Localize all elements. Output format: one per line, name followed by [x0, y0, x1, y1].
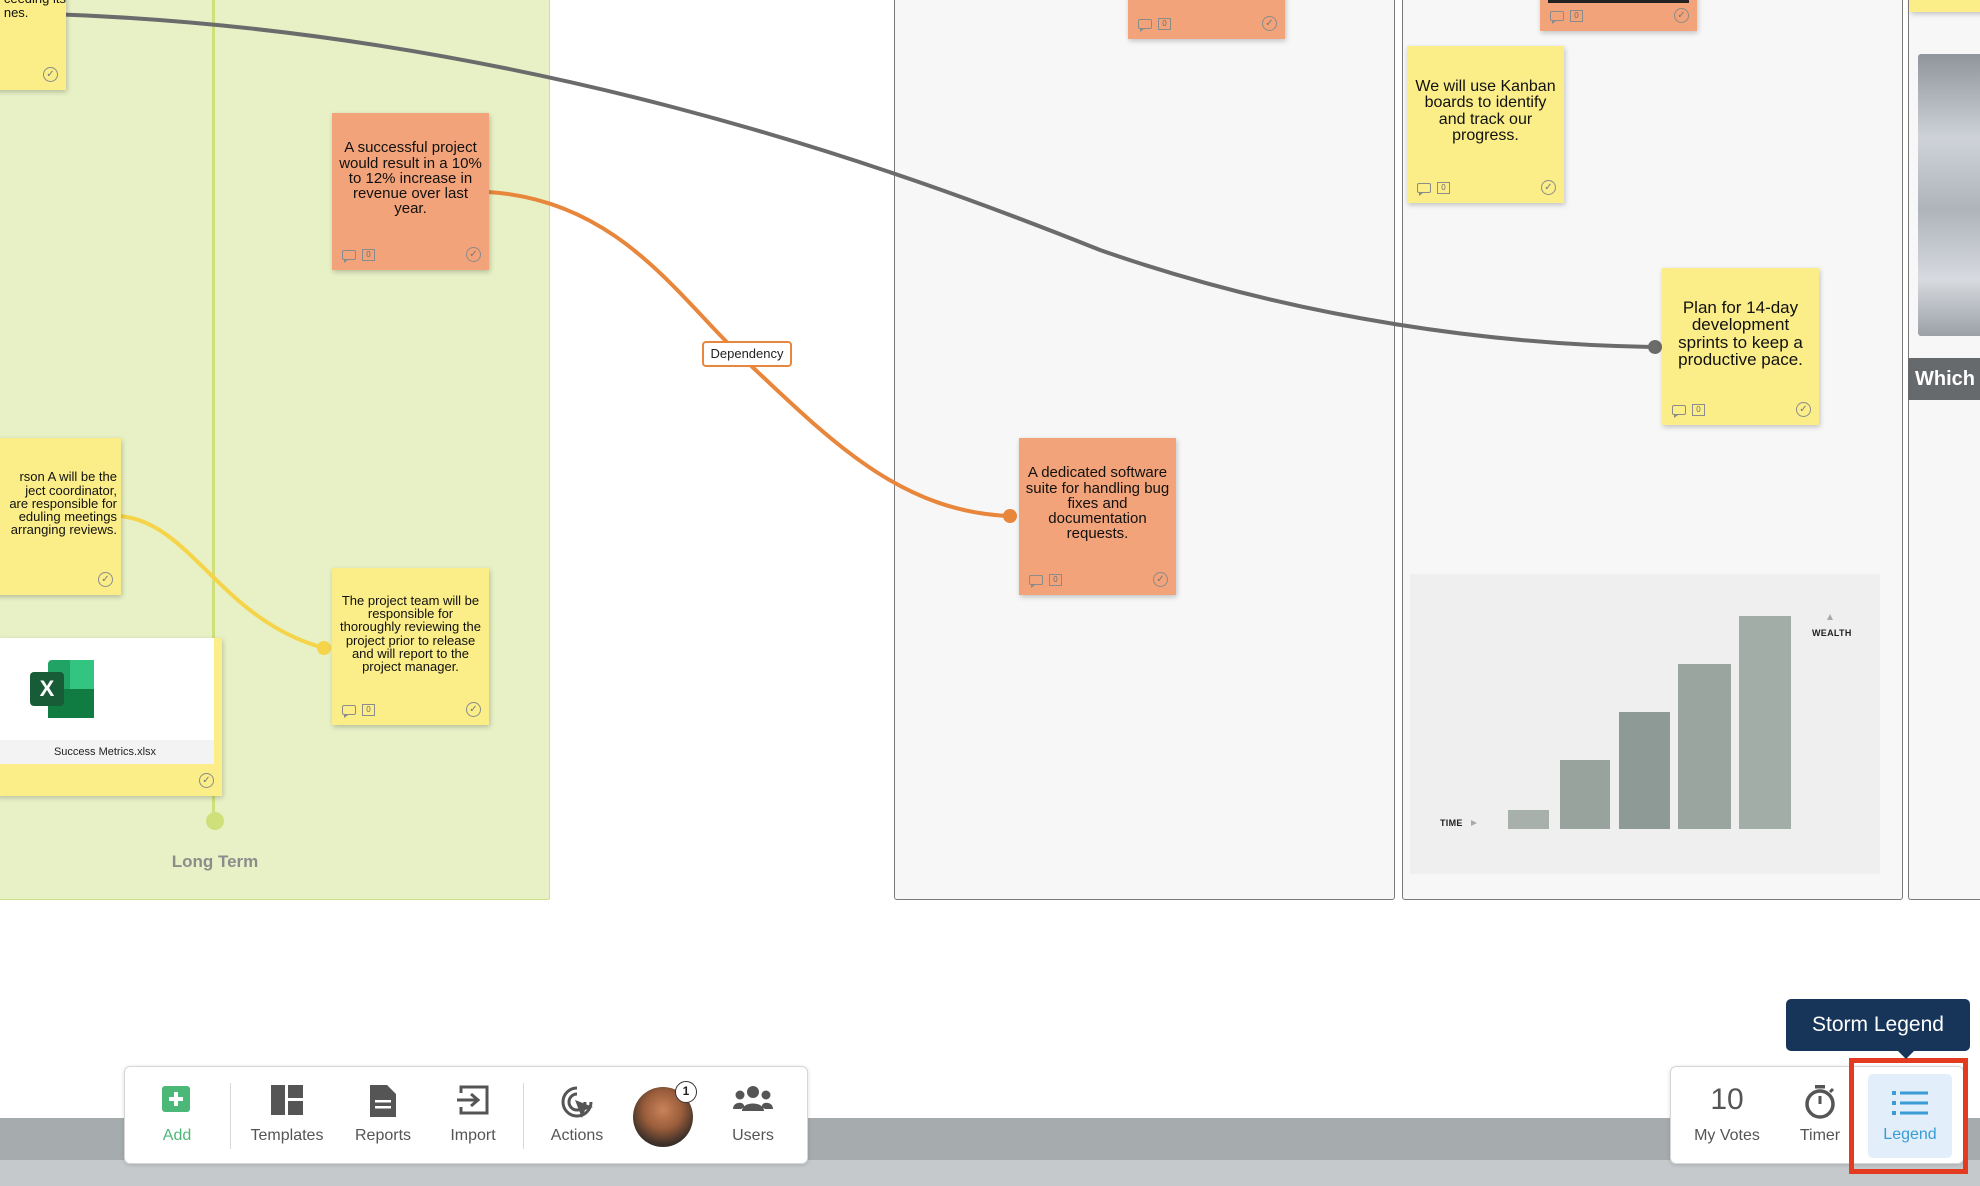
note-footer: 0 ✓: [1417, 180, 1556, 196]
note-footer: 0 ✓: [0, 572, 113, 588]
check-icon[interactable]: ✓: [1541, 180, 1556, 195]
import-label: Import: [450, 1127, 496, 1144]
avatar-count-badge: 1: [675, 1081, 697, 1103]
comment-icon[interactable]: [1672, 405, 1686, 418]
templates-icon: [271, 1085, 303, 1115]
comment-icon[interactable]: [1417, 183, 1431, 196]
check-icon[interactable]: ✓: [199, 773, 214, 788]
chart-image-bar: [1678, 664, 1731, 829]
comment-count-icon: 0: [362, 249, 375, 261]
note-text: We will use Kanban boards to identify an…: [1415, 77, 1556, 144]
note-footer: 0 ✓: [342, 247, 481, 263]
comment-count-icon: 0: [1692, 404, 1705, 416]
note-footer: 0 ✓: [1672, 402, 1811, 418]
actions-button[interactable]: Actions: [529, 1067, 625, 1165]
comment-count-icon: 0: [1049, 574, 1062, 586]
check-icon[interactable]: ✓: [98, 572, 113, 587]
note-text: rson A will be the ject coordinator, are…: [9, 469, 117, 538]
users-icon: [733, 1086, 773, 1111]
arrow-up-icon: [1827, 614, 1833, 620]
chart-wealth-label: WEALTH: [1812, 628, 1852, 638]
chart-image-bar: [1619, 712, 1670, 829]
my-votes-count: 10: [1710, 1083, 1744, 1116]
sticky-note[interactable]: rson A will be the ject coordinator, are…: [0, 438, 121, 595]
file-preview: X Success Metrics.xlsx: [0, 638, 214, 764]
comment-icon[interactable]: [342, 705, 356, 718]
note-text: A successful project would result in a 1…: [339, 139, 482, 218]
sticky-note[interactable]: A dedicated software suite for handling …: [1019, 438, 1176, 595]
note-text: nsistently ceeding its nes.: [3, 0, 66, 20]
add-button[interactable]: Add: [141, 1067, 213, 1165]
check-icon[interactable]: ✓: [1153, 572, 1168, 587]
comment-count-icon: 0: [1437, 182, 1450, 194]
check-icon[interactable]: ✓: [43, 67, 58, 82]
users-label: Users: [732, 1127, 774, 1144]
import-icon: [457, 1085, 489, 1115]
link-endpoint-yellow[interactable]: [317, 641, 331, 655]
link-line-yellow[interactable]: [117, 514, 325, 650]
tooltip-arrow: [1896, 1049, 1916, 1059]
reports-label: Reports: [354, 1127, 412, 1144]
actions-icon: [561, 1086, 593, 1118]
add-label: Add: [162, 1127, 192, 1144]
users-button[interactable]: Users: [713, 1067, 793, 1165]
reports-button[interactable]: Reports: [339, 1067, 427, 1165]
legend-tooltip: Storm Legend: [1786, 999, 1970, 1051]
check-icon[interactable]: ✓: [466, 247, 481, 262]
my-votes-button[interactable]: 10 My Votes: [1677, 1067, 1777, 1165]
note-footer: 0 ✓: [1029, 572, 1168, 588]
my-votes-label: My Votes: [1694, 1127, 1760, 1144]
add-icon: [162, 1086, 190, 1112]
link-endpoint[interactable]: [1648, 340, 1662, 354]
note-footer: ✓: [0, 67, 58, 83]
chart-image-bar: [1560, 760, 1610, 829]
note-text: The project team will be responsible for…: [340, 592, 481, 674]
import-button[interactable]: Import: [429, 1067, 517, 1165]
main-toolbar: Add Templates Reports Import Actions 1 U…: [124, 1066, 808, 1164]
actions-label: Actions: [550, 1127, 604, 1144]
excel-icon: X: [30, 660, 94, 718]
check-icon[interactable]: ✓: [466, 702, 481, 717]
toolbar-divider: [230, 1083, 231, 1149]
templates-button[interactable]: Templates: [237, 1067, 337, 1165]
sticky-note[interactable]: A successful project would result in a 1…: [332, 113, 489, 270]
note-footer: 0 ✓: [342, 702, 481, 718]
sticky-note[interactable]: We will use Kanban boards to identify an…: [1407, 46, 1564, 203]
dependency-badge[interactable]: Dependency: [702, 341, 792, 367]
templates-label: Templates: [250, 1127, 324, 1144]
chart-image-bar: [1508, 810, 1549, 829]
note-text: Plan for 14-day development sprints to k…: [1678, 297, 1803, 369]
arrow-right-icon: [1471, 820, 1477, 826]
sticky-note[interactable]: The project team will be responsible for…: [332, 568, 489, 725]
check-icon[interactable]: ✓: [1796, 402, 1811, 417]
file-attachment-card[interactable]: X Success Metrics.xlsx ✓: [0, 638, 222, 796]
chart-image-bar: [1739, 616, 1791, 829]
legend-highlight-box: [1849, 1058, 1968, 1174]
comment-icon[interactable]: [1029, 575, 1043, 588]
sticky-note[interactable]: nsistently ceeding its nes. ✓: [0, 0, 66, 90]
sticky-note[interactable]: Plan for 14-day development sprints to k…: [1662, 268, 1819, 425]
chart-time-label: TIME: [1440, 818, 1463, 828]
comment-count-icon: 0: [362, 704, 375, 716]
board-canvas[interactable]: Long Term Which 0 ✓ 0 ✓ Dependency nsist…: [0, 0, 1980, 1186]
note-text: A dedicated software suite for handling …: [1025, 464, 1170, 543]
dependency-endpoint[interactable]: [1003, 509, 1017, 523]
excel-letter: X: [40, 676, 55, 701]
timer-icon: [1805, 1085, 1835, 1119]
reports-icon: [370, 1085, 396, 1117]
file-name: Success Metrics.xlsx: [0, 740, 214, 764]
comment-icon[interactable]: [342, 250, 356, 263]
toolbar-divider: [523, 1083, 524, 1149]
